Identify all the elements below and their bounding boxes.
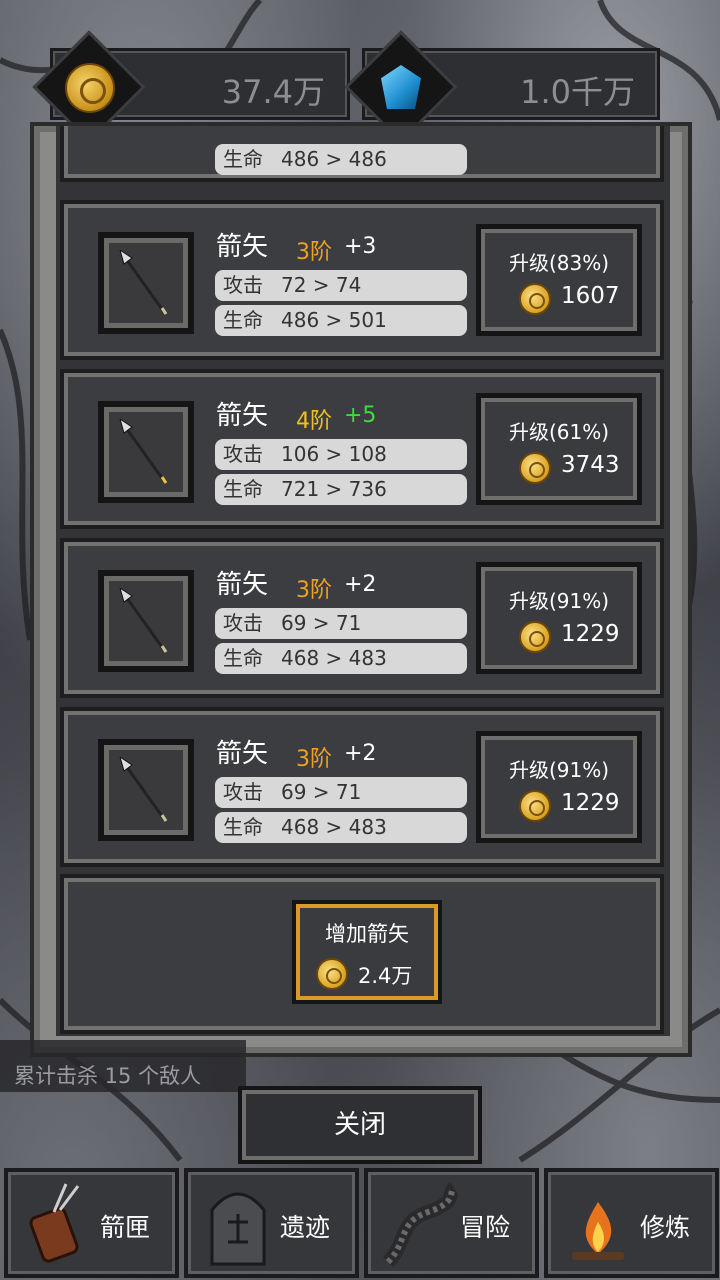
add-arrow-label: 增加箭矢 bbox=[325, 922, 409, 946]
level-bonus: +3 bbox=[344, 234, 377, 259]
upgrade-cost: 1229 bbox=[561, 621, 620, 647]
arrow-thumbnail bbox=[98, 232, 194, 334]
upgrade-cost: 3743 bbox=[561, 452, 620, 478]
nav-adventure[interactable]: 冒险 bbox=[364, 1168, 539, 1278]
upgrade-cost: 1229 bbox=[561, 790, 620, 816]
hp-stat: 生命 468 > 483 bbox=[215, 812, 467, 843]
kill-count: 累计击杀 15 个敌人 bbox=[0, 1040, 246, 1092]
coin-icon bbox=[519, 283, 551, 315]
level-bonus: +2 bbox=[344, 741, 377, 766]
coin-icon bbox=[519, 621, 551, 653]
upgrade-label: 升级(91%) bbox=[508, 758, 610, 782]
list-item: 箭矢 3阶 +3 攻击 72 > 74 生命 486 > 501 升级(83%)… bbox=[60, 200, 664, 360]
list-item: 箭矢 3阶 +2 攻击 69 > 71 生命 468 > 483 升级(91%)… bbox=[60, 538, 664, 698]
gold-coin-icon bbox=[65, 63, 115, 113]
coin-icon bbox=[519, 452, 551, 484]
add-arrow-button[interactable]: 增加箭矢 2.4万 bbox=[292, 900, 442, 1004]
arrow-list[interactable]: 生命 486 > 486 箭矢 3阶 +3 攻击 72 > 74 生命 486 … bbox=[56, 126, 670, 1036]
coin-icon bbox=[519, 790, 551, 822]
attack-stat: 攻击 72 > 74 bbox=[215, 270, 467, 301]
upgrade-button[interactable]: 升级(83%) 1607 bbox=[476, 224, 642, 336]
tier-label: 4阶 bbox=[296, 409, 332, 434]
list-item: 箭矢 3阶 +2 攻击 69 > 71 生命 468 > 483 升级(91%)… bbox=[60, 707, 664, 867]
add-arrow-row: 增加箭矢 2.4万 bbox=[60, 874, 664, 1034]
item-name: 箭矢 bbox=[216, 739, 269, 769]
arrow-thumbnail bbox=[98, 401, 194, 503]
arrow-icon bbox=[119, 757, 168, 822]
hp-stat: 生命 468 > 483 bbox=[215, 643, 467, 674]
gem-amount: 1.0千万 bbox=[520, 73, 635, 111]
nav-label: 遗迹 bbox=[280, 1213, 331, 1242]
hp-stat: 生命 486 > 501 bbox=[215, 305, 467, 336]
nav-label: 箭匣 bbox=[100, 1213, 151, 1242]
tier-label: 3阶 bbox=[296, 578, 332, 603]
gem-counter: 1.0千万 bbox=[344, 30, 660, 144]
level-bonus: +5 bbox=[344, 403, 377, 428]
item-name: 箭矢 bbox=[216, 570, 269, 600]
quiver-icon bbox=[29, 1183, 80, 1263]
arrow-thumbnail bbox=[98, 570, 194, 672]
tier-label: 3阶 bbox=[296, 240, 332, 265]
nav-relics[interactable]: 遗迹 bbox=[184, 1168, 359, 1278]
relic-stone-icon bbox=[210, 1192, 266, 1266]
upgrade-label: 升级(61%) bbox=[508, 420, 610, 444]
arrow-upgrade-panel: 生命 486 > 486 箭矢 3阶 +3 攻击 72 > 74 生命 486 … bbox=[30, 122, 692, 1057]
hp-stat: 生命 721 > 736 bbox=[215, 474, 467, 505]
attack-stat: 攻击 69 > 71 bbox=[215, 608, 467, 639]
tier-label: 3阶 bbox=[296, 747, 332, 772]
nav-label: 修炼 bbox=[640, 1213, 691, 1242]
road-icon bbox=[382, 1182, 458, 1267]
upgrade-label: 升级(83%) bbox=[508, 251, 610, 275]
item-name: 箭矢 bbox=[216, 232, 269, 262]
arrow-icon bbox=[119, 250, 168, 315]
close-button[interactable]: 关闭 bbox=[238, 1086, 482, 1164]
nav-quiver[interactable]: 箭匣 bbox=[4, 1168, 179, 1278]
upgrade-button[interactable]: 升级(91%) 1229 bbox=[476, 562, 642, 674]
arrow-icon bbox=[119, 419, 168, 484]
arrow-thumbnail bbox=[98, 739, 194, 841]
upgrade-cost: 1607 bbox=[561, 283, 620, 309]
upgrade-button[interactable]: 升级(61%) 3743 bbox=[476, 393, 642, 505]
nav-label: 冒险 bbox=[460, 1213, 511, 1242]
hp-stat: 生命 486 > 486 bbox=[215, 144, 467, 175]
attack-stat: 攻击 69 > 71 bbox=[215, 777, 467, 808]
item-name: 箭矢 bbox=[216, 401, 269, 431]
arrow-icon bbox=[119, 588, 168, 653]
level-bonus: +2 bbox=[344, 572, 377, 597]
list-item: 箭矢 4阶 +5 攻击 106 > 108 生命 721 > 736 升级(61… bbox=[60, 369, 664, 529]
campfire-icon bbox=[572, 1202, 624, 1260]
attack-stat: 攻击 106 > 108 bbox=[215, 439, 467, 470]
gold-amount: 37.4万 bbox=[221, 73, 325, 111]
upgrade-label: 升级(91%) bbox=[508, 589, 610, 613]
upgrade-button[interactable]: 升级(91%) 1229 bbox=[476, 731, 642, 843]
add-arrow-cost: 2.4万 bbox=[358, 964, 413, 988]
coin-icon bbox=[316, 958, 348, 990]
list-item-partial: 生命 486 > 486 bbox=[60, 126, 664, 182]
nav-training[interactable]: 修炼 bbox=[544, 1168, 719, 1278]
gold-counter: 37.4万 bbox=[32, 30, 350, 144]
